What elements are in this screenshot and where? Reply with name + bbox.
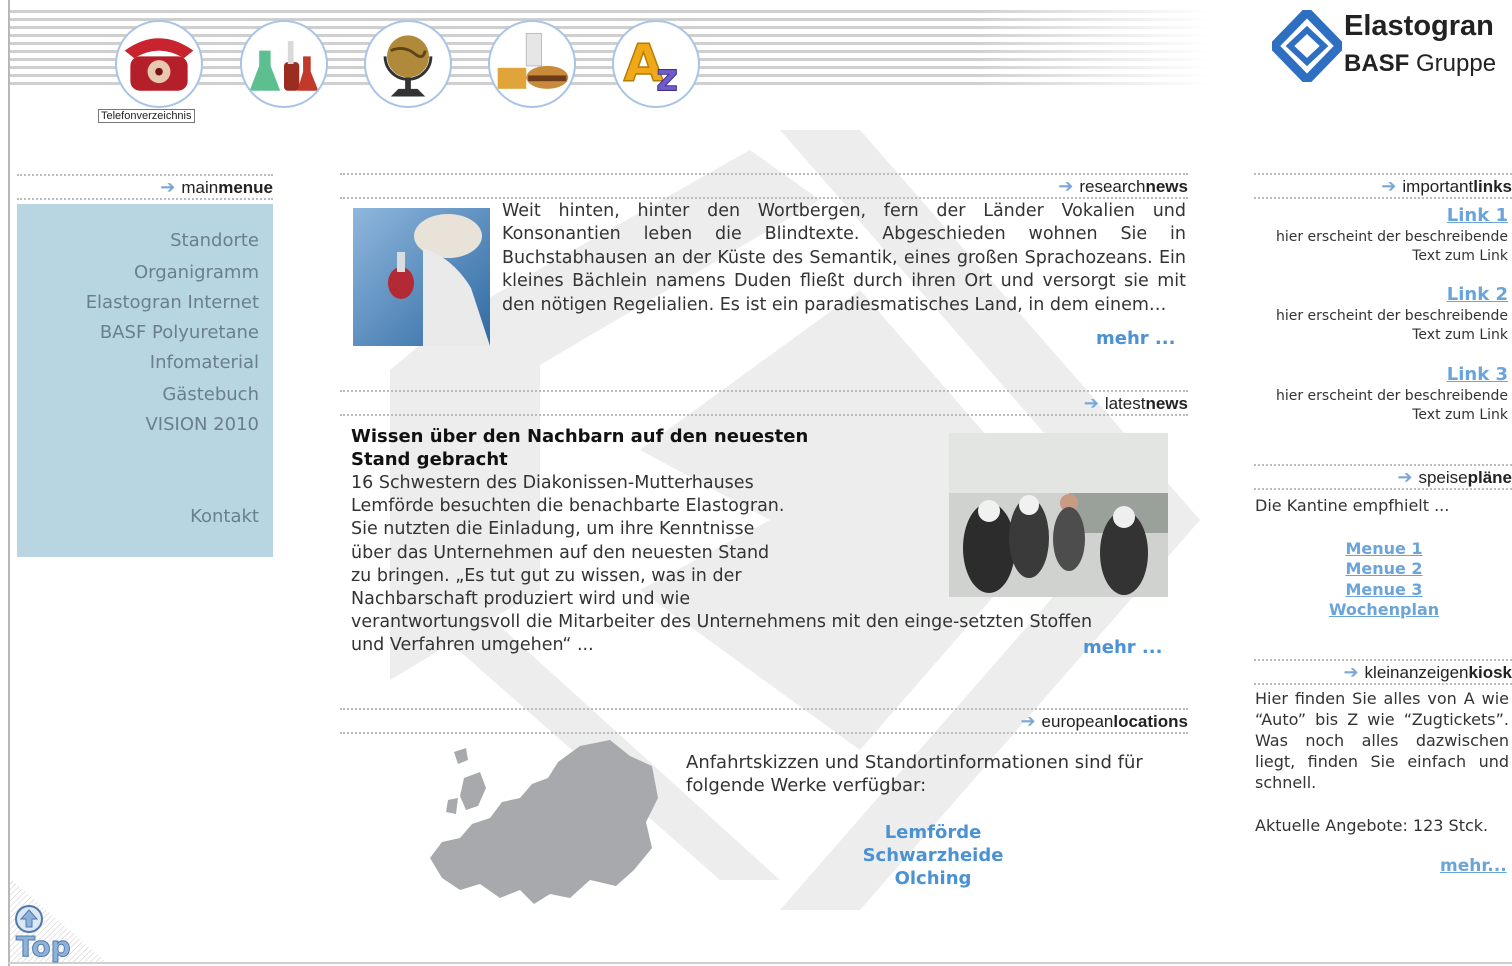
back-to-top-link[interactable]: Top	[10, 878, 106, 964]
canteen-weekplan[interactable]: Wochenplan	[1310, 600, 1458, 619]
brand-logo[interactable]: Elastogran BASF Gruppe	[1272, 10, 1512, 84]
canteen-menu-3[interactable]: Menue 3	[1310, 580, 1458, 599]
canteen-menu-1[interactable]: Menue 1	[1310, 539, 1458, 558]
page-frame-bottom	[8, 962, 1512, 964]
important-link-3-desc: hier erscheint der beschreibende Text zum…	[1275, 388, 1508, 423]
important-link-2-desc: hier erscheint der beschreibende Text zum…	[1275, 308, 1508, 343]
brand-subtitle: BASF Gruppe	[1344, 50, 1497, 77]
menu-item-gaestebuch[interactable]: Gästebuch	[162, 384, 259, 405]
menu-item-organigramm[interactable]: Organigramm	[134, 262, 259, 283]
important-link-1-desc: hier erscheint der beschreibende Text zum…	[1275, 229, 1508, 264]
menu-item-vision-2010[interactable]: VISION 2010	[145, 414, 259, 435]
arrow-right-icon: ➔	[1381, 176, 1397, 196]
europeanlocations-header: ➔ europeanlocations	[340, 708, 1188, 734]
important-link-1[interactable]: Link 1	[1447, 205, 1508, 226]
lab-flasks-icon[interactable]	[240, 20, 328, 108]
research-photo	[353, 208, 490, 346]
kiosk-offers: Aktuelle Angebote: 123 Stck.	[1255, 816, 1489, 835]
arrow-right-icon: ➔	[1397, 467, 1413, 487]
menu-item-infomaterial[interactable]: Infomaterial	[150, 352, 259, 373]
telephone-icon[interactable]	[115, 20, 203, 108]
az-index-icon[interactable]: A z	[612, 20, 700, 108]
latestnews-header: ➔ latestnews	[340, 390, 1188, 416]
research-more-link[interactable]: mehr ...	[1096, 328, 1175, 349]
importantlinks-header: ➔ importantlinks	[1254, 173, 1512, 199]
arrow-right-icon: ➔	[1058, 176, 1074, 196]
arrow-right-icon: ➔	[1020, 711, 1036, 731]
arrow-right-icon: ➔	[1343, 662, 1359, 682]
main-menu: Standorte Organigramm Elastogran Interne…	[17, 204, 273, 557]
europe-map	[430, 740, 658, 904]
mainmenu-header: ➔ mainmenue	[17, 174, 273, 200]
globe-icon[interactable]	[364, 20, 452, 108]
location-link-schwarzheide[interactable]: Schwarzheide	[858, 845, 1008, 866]
svg-text:z: z	[656, 57, 678, 101]
news-photo	[949, 433, 1168, 597]
important-link-3[interactable]: Link 3	[1447, 364, 1508, 385]
arrow-right-icon: ➔	[160, 177, 176, 197]
menu-item-kontakt[interactable]: Kontakt	[190, 506, 259, 527]
kiosk-header: ➔ kleinanzeigenkiosk	[1254, 659, 1512, 685]
food-icon[interactable]	[488, 20, 576, 108]
basf-diamond-icon	[1272, 10, 1342, 82]
brand-name: Elastogran	[1344, 10, 1494, 42]
kiosk-text: Hier finden Sie alles von A wie “Auto” b…	[1255, 689, 1509, 792]
research-text: Weit hinten, hinter den Wortbergen, fern…	[502, 201, 1186, 315]
top-label: Top	[16, 930, 72, 964]
menu-item-standorte[interactable]: Standorte	[170, 230, 259, 251]
telephone-tooltip: Telefonverzeichnis	[98, 109, 195, 123]
news-more-link[interactable]: mehr ...	[1083, 637, 1162, 658]
canteen-intro: Die Kantine empfhielt ...	[1255, 496, 1450, 515]
kiosk-more-link[interactable]: mehr...	[1440, 856, 1507, 876]
page-frame-left	[8, 0, 10, 966]
arrow-right-icon: ➔	[1083, 393, 1099, 413]
menu-item-elastogran-internet[interactable]: Elastogran Internet	[86, 292, 259, 313]
menu-item-basf-polyuretane[interactable]: BASF Polyuretane	[100, 322, 259, 343]
news-headline: Wissen über den Nachbarn auf den neueste…	[351, 426, 809, 470]
canteen-menu-2[interactable]: Menue 2	[1310, 559, 1458, 578]
location-link-lemfoerde[interactable]: Lemförde	[858, 822, 1008, 843]
locations-intro: Anfahrtskizzen und Standortinformationen…	[686, 752, 1143, 796]
location-link-olching[interactable]: Olching	[858, 868, 1008, 889]
important-link-2[interactable]: Link 2	[1447, 284, 1508, 305]
speiseplaene-header: ➔ speisepläne	[1254, 464, 1512, 490]
researchnews-header: ➔ researchnews	[340, 173, 1188, 199]
